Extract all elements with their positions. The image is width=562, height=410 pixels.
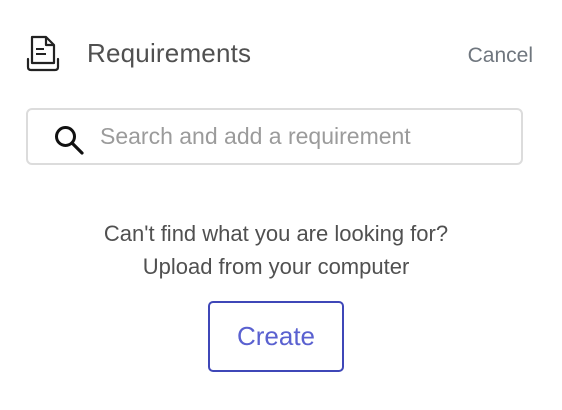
empty-state-message: Can't find what you are looking for? [103,221,449,246]
search-input[interactable] [100,110,510,163]
cancel-button[interactable]: Cancel [468,44,533,68]
document-icon [26,35,60,72]
create-button[interactable]: Create [208,301,344,372]
panel-header: Requirements Cancel [0,0,562,100]
search-field[interactable] [26,108,523,165]
upload-hint: Upload from your computer [142,254,410,279]
search-icon [55,126,84,155]
panel-title: Requirements [87,38,252,68]
